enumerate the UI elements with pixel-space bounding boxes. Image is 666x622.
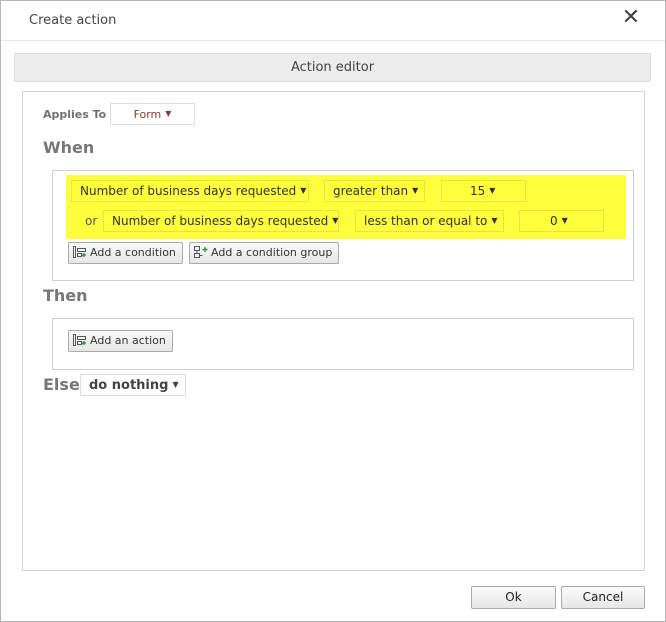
else-heading: Else bbox=[43, 375, 80, 394]
applies-to-label: Applies To bbox=[43, 108, 107, 121]
else-action-dropdown[interactable]: do nothing ▼ bbox=[80, 374, 186, 396]
condition-2-operator: less than or equal to bbox=[364, 214, 488, 228]
conditions-box: Number of business days requested ▼ great… bbox=[52, 170, 634, 281]
condition-2-connector: or bbox=[85, 214, 98, 228]
add-condition-group-label: Add a condition group bbox=[211, 246, 333, 259]
add-action-icon bbox=[73, 334, 86, 346]
editor-body: Applies To Form ▼ When Number of business… bbox=[22, 91, 645, 571]
condition-1-operator-dropdown[interactable]: greater than ▼ bbox=[324, 180, 425, 202]
else-action-value: do nothing bbox=[89, 378, 169, 393]
close-icon[interactable]: ✕ bbox=[619, 7, 643, 31]
chevron-down-icon: ▼ bbox=[561, 216, 568, 225]
chevron-down-icon: ▼ bbox=[412, 186, 419, 195]
add-action-label: Add an action bbox=[90, 334, 166, 347]
chevron-down-icon: ▼ bbox=[491, 216, 498, 225]
condition-2-value-dropdown[interactable]: 0 ▼ bbox=[519, 210, 604, 232]
condition-1-operator: greater than bbox=[333, 184, 409, 198]
add-condition-label: Add a condition bbox=[90, 246, 176, 259]
condition-2-field: Number of business days requested bbox=[112, 214, 329, 228]
chevron-down-icon: ▼ bbox=[165, 109, 172, 118]
chevron-down-icon: ▼ bbox=[172, 380, 179, 389]
applies-to-dropdown[interactable]: Form ▼ bbox=[110, 103, 195, 125]
condition-1-value-dropdown[interactable]: 15 ▼ bbox=[441, 180, 526, 202]
condition-1-value: 15 bbox=[470, 184, 486, 198]
then-heading: Then bbox=[43, 286, 88, 305]
chevron-down-icon: ▼ bbox=[300, 186, 307, 195]
when-heading: When bbox=[43, 138, 95, 157]
cancel-button[interactable]: Cancel bbox=[561, 586, 645, 609]
action-editor-header: Action editor bbox=[14, 53, 651, 82]
chevron-down-icon: ▼ bbox=[489, 186, 496, 195]
create-action-dialog: Create action ✕ Action editor Applies To… bbox=[0, 0, 666, 622]
chevron-down-icon: ▼ bbox=[332, 216, 339, 225]
actions-box: Add an action bbox=[52, 318, 634, 370]
add-condition-group-icon bbox=[194, 246, 208, 258]
condition-2-field-dropdown[interactable]: Number of business days requested ▼ bbox=[103, 210, 339, 232]
condition-2-operator-dropdown[interactable]: less than or equal to ▼ bbox=[355, 210, 504, 232]
title-bar: Create action ✕ bbox=[1, 1, 665, 41]
condition-1-field: Number of business days requested bbox=[80, 184, 297, 198]
add-action-button[interactable]: Add an action bbox=[68, 330, 173, 352]
applies-to-value: Form bbox=[133, 108, 162, 121]
condition-2-value: 0 bbox=[550, 214, 558, 228]
add-condition-group-button[interactable]: Add a condition group bbox=[189, 242, 340, 264]
ok-button[interactable]: Ok bbox=[471, 586, 556, 609]
add-condition-button[interactable]: Add a condition bbox=[68, 242, 183, 264]
add-condition-icon bbox=[73, 246, 86, 258]
dialog-title: Create action bbox=[29, 13, 117, 28]
condition-1-field-dropdown[interactable]: Number of business days requested ▼ bbox=[71, 180, 309, 202]
